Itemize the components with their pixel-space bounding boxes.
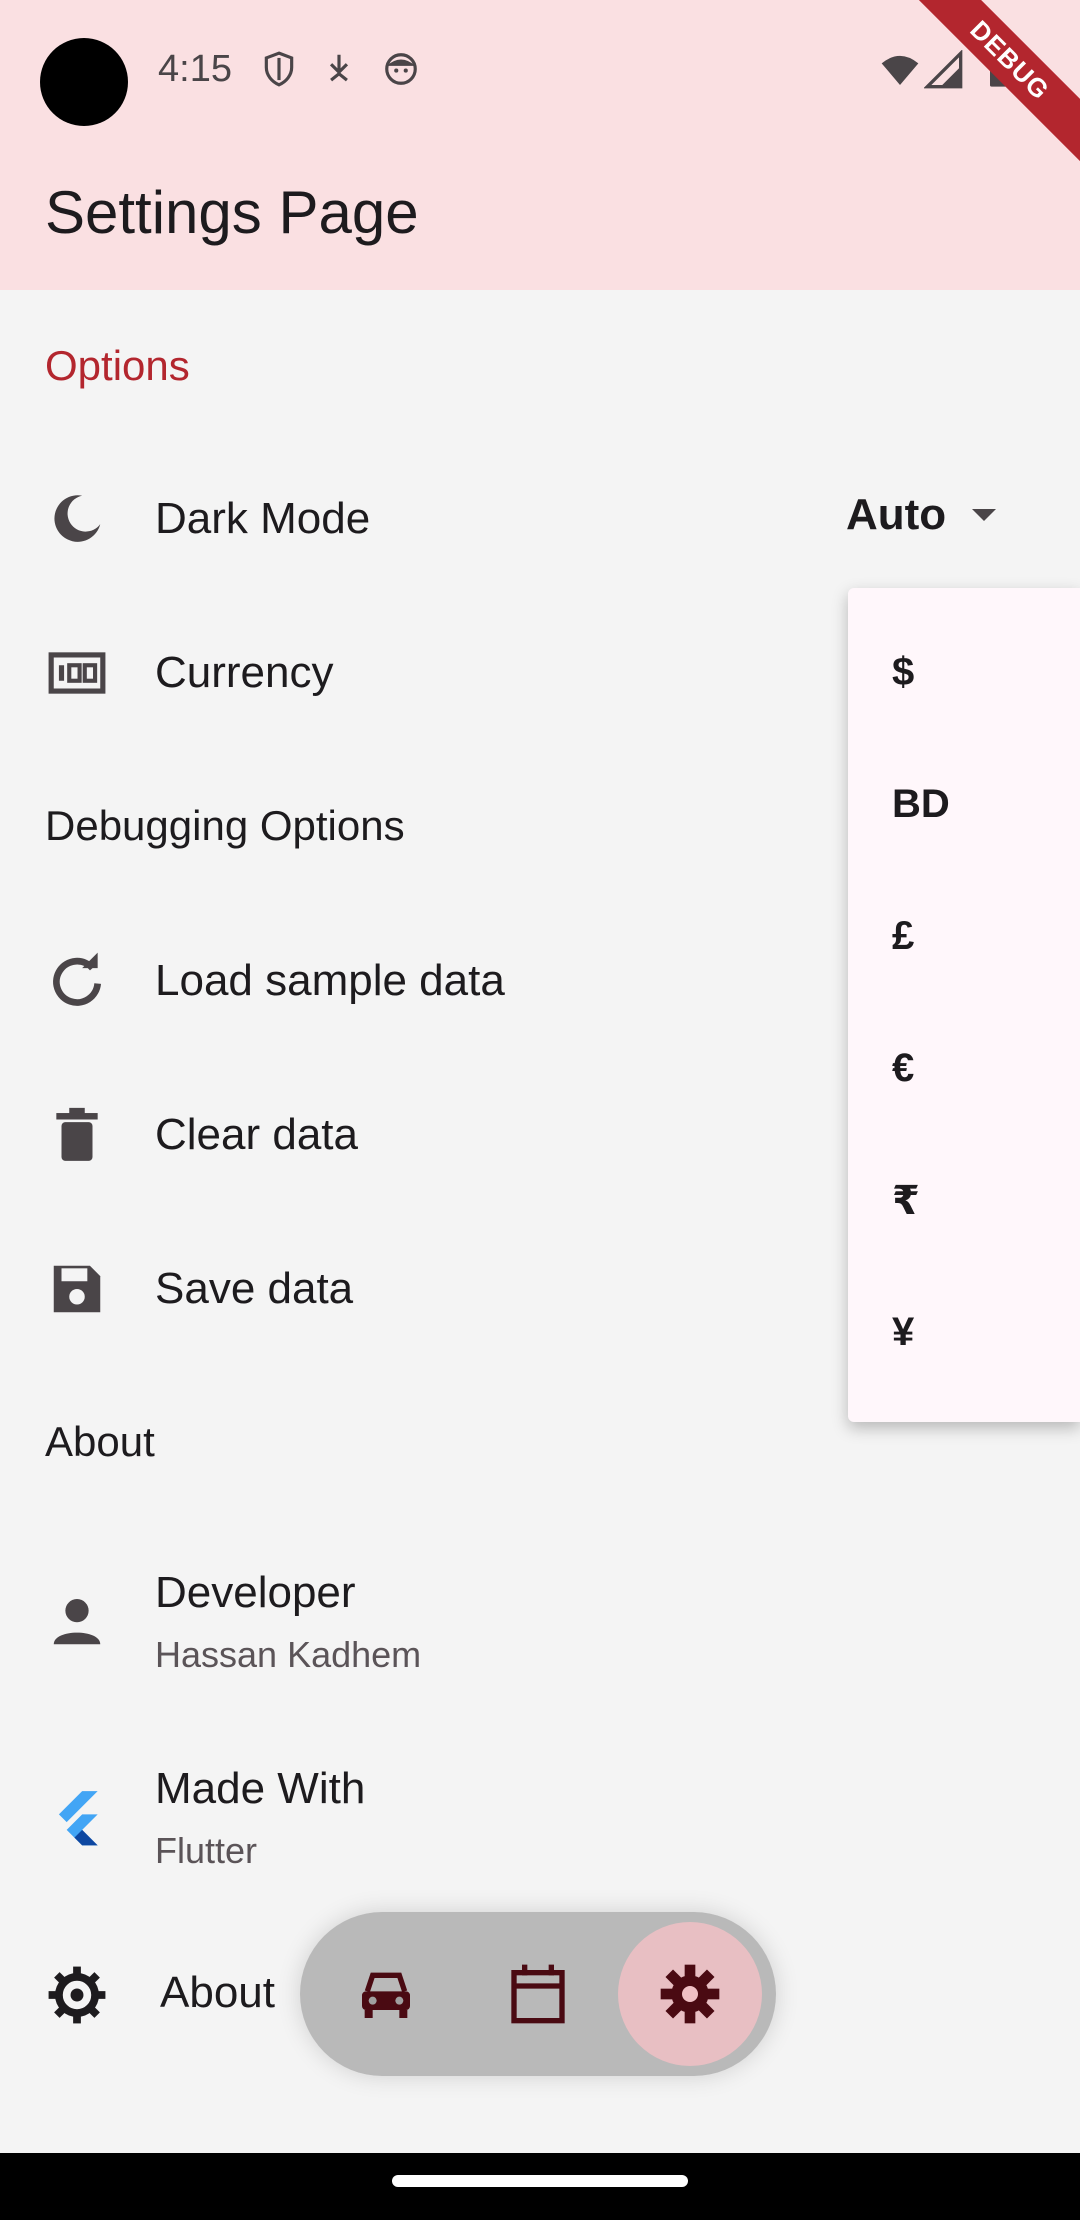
save-data-label: Save data <box>155 1264 354 1313</box>
download-icon <box>329 54 349 82</box>
refresh-icon <box>53 952 102 1006</box>
currency-option-yen[interactable]: ¥ <box>892 1310 914 1355</box>
car-icon[interactable] <box>354 1962 418 2026</box>
currency-dropdown-menu: $ BD £ € ₹ ¥ <box>848 588 1080 1422</box>
dark-mode-value: Auto <box>846 490 947 539</box>
person-icon <box>53 1599 101 1645</box>
developer-label: Developer <box>155 1568 356 1617</box>
section-about-title: About <box>45 1418 155 1465</box>
chevron-down-icon <box>972 509 997 521</box>
shield-icon <box>264 51 294 87</box>
section-options-title: Options <box>45 342 190 389</box>
currency-label: Currency <box>155 648 334 697</box>
system-navigation-bar <box>0 2153 1080 2220</box>
status-time: 4:15 <box>158 48 232 90</box>
wifi-icon <box>881 55 919 85</box>
calendar-icon[interactable] <box>506 1962 570 2026</box>
save-icon <box>53 1265 101 1313</box>
camera-cutout <box>40 38 128 126</box>
debug-banner: DEBUG <box>888 0 1080 182</box>
face-icon <box>385 53 417 85</box>
currency-option-bd[interactable]: BD <box>892 782 950 827</box>
settings-tab-active[interactable] <box>618 1922 762 2066</box>
money-icon <box>48 652 106 694</box>
moon-icon <box>54 495 101 542</box>
load-sample-data-label: Load sample data <box>155 956 505 1005</box>
currency-option-euro[interactable]: € <box>892 1046 914 1091</box>
bottom-navigation <box>300 1912 776 2076</box>
currency-option-dollar[interactable]: $ <box>892 650 914 695</box>
currency-option-pound[interactable]: £ <box>892 914 914 959</box>
app-bar: 4:15 Settings Page DEBUG <box>0 0 1080 290</box>
flutter-logo-icon <box>58 1791 98 1846</box>
section-debugging-title: Debugging Options <box>45 802 405 849</box>
about-app-label: About <box>160 1968 275 2017</box>
developer-name: Hassan Kadhem <box>155 1634 422 1675</box>
made-with-value: Flutter <box>155 1830 258 1871</box>
currency-option-rupee[interactable]: ₹ <box>892 1178 920 1224</box>
page-title: Settings Page <box>45 179 419 246</box>
signal-icon <box>924 50 963 89</box>
made-with-label: Made With <box>155 1764 366 1813</box>
dark-mode-label: Dark Mode <box>155 494 371 543</box>
gear-icon <box>660 1964 720 2024</box>
trash-icon <box>56 1107 98 1161</box>
home-indicator[interactable] <box>392 2175 688 2187</box>
dark-mode-dropdown[interactable]: Auto <box>846 490 997 540</box>
clear-data-label: Clear data <box>155 1110 359 1159</box>
settings-gear-icon <box>48 1966 106 2024</box>
